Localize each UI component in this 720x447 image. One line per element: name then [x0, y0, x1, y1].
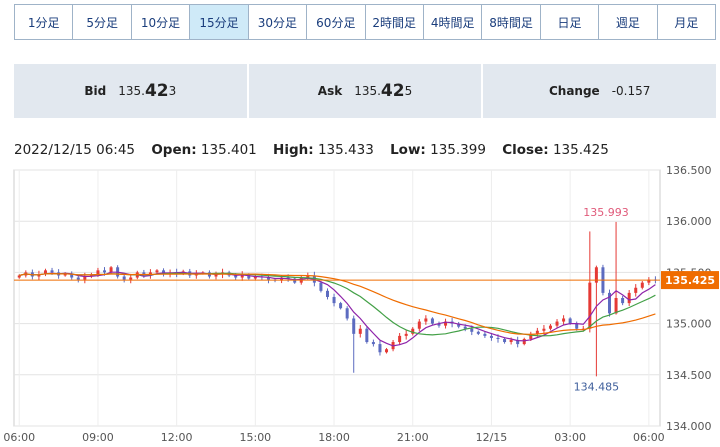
high-annotation: 135.993	[583, 206, 629, 219]
candle-body	[319, 282, 323, 291]
ask-big-digits: 42	[380, 81, 405, 101]
high-value: 135.433	[317, 142, 374, 158]
ask-suffix: 5	[404, 84, 413, 98]
candle-body	[509, 339, 513, 343]
candle-body	[339, 303, 343, 309]
bid-big-digits: 42	[144, 81, 169, 101]
tab-4[interactable]: 30分足	[248, 5, 308, 39]
candle-body	[417, 321, 421, 329]
ask-cell: Ask 135. 42 5	[248, 64, 482, 118]
tab-6[interactable]: 2時間足	[365, 5, 424, 39]
candle-body	[378, 344, 382, 353]
candle-body	[371, 342, 375, 345]
tab-1[interactable]: 5分足	[73, 5, 132, 39]
plot-area	[13, 169, 661, 427]
candle-body	[358, 328, 362, 334]
candle-body	[588, 282, 592, 329]
y-tick-label: 134.500	[666, 369, 712, 382]
change-label: Change	[548, 84, 600, 98]
tab-2[interactable]: 10分足	[131, 5, 191, 39]
y-tick-label: 136.500	[666, 164, 712, 177]
candle-body	[470, 328, 474, 332]
candle-body	[352, 318, 356, 334]
candle-body	[555, 321, 559, 326]
x-tick-label: 21:00	[397, 431, 429, 444]
candle-body	[614, 298, 618, 314]
y-tick-label: 136.000	[666, 215, 712, 228]
low-annotation: 134.485	[574, 380, 620, 393]
x-tick-label: 12/15	[476, 431, 508, 444]
low-label: Low:	[390, 142, 426, 158]
x-tick-label: 12:00	[161, 431, 193, 444]
bid-suffix: 3	[168, 84, 177, 98]
low-value: 135.399	[430, 142, 486, 158]
x-tick-label: 06:00	[633, 431, 665, 444]
candle-body	[627, 292, 631, 304]
close-value: 135.425	[552, 142, 609, 158]
ask-label: Ask	[317, 84, 343, 98]
open-value: 135.401	[200, 142, 257, 158]
ohlc-line: 2022/12/15 06:45 Open: 135.401 High: 135…	[14, 142, 609, 158]
candle-body	[404, 333, 408, 336]
candle-body	[503, 338, 507, 343]
last-price-label: 135.425	[665, 274, 715, 287]
candle-body	[424, 318, 428, 322]
candle-body	[548, 325, 552, 329]
change-cell: Change -0.157	[483, 64, 717, 118]
change-value: -0.157	[611, 84, 651, 98]
x-tick-label: 03:00	[554, 431, 586, 444]
candle-body	[50, 270, 54, 273]
y-tick-label: 134.000	[666, 420, 712, 433]
x-tick-label: 18:00	[318, 431, 350, 444]
tab-10[interactable]: 週足	[599, 5, 658, 39]
candlestick-chart: 136.500136.000135.500135.000134.500134.0…	[3, 164, 719, 444]
candle-body	[385, 349, 389, 353]
candle-body	[96, 270, 100, 275]
tab-7[interactable]: 4時間足	[423, 5, 483, 39]
tab-11[interactable]: 月足	[657, 5, 716, 39]
candle-body	[332, 296, 336, 304]
candle-body	[155, 270, 159, 273]
candle-body	[129, 277, 133, 280]
candle-body	[562, 318, 566, 322]
quote-panel: Bid 135. 42 3 Ask 135. 42 5 Change -0.157	[14, 64, 717, 118]
high-label: High:	[273, 142, 314, 158]
candle-body	[122, 276, 126, 280]
candle-body	[430, 318, 434, 324]
x-tick-label: 09:00	[82, 431, 114, 444]
open-label: Open:	[151, 142, 197, 158]
candle-body	[634, 287, 638, 293]
bid-label: Bid	[84, 84, 107, 98]
tab-8[interactable]: 8時間足	[482, 5, 541, 39]
candle-body	[483, 333, 487, 336]
ask-prefix: 135.	[354, 84, 381, 98]
candle-body	[76, 277, 80, 280]
tab-5[interactable]: 60分足	[307, 5, 366, 39]
tab-9[interactable]: 日足	[540, 5, 600, 39]
candle-body	[568, 318, 572, 324]
candle-body	[640, 282, 644, 288]
tab-0[interactable]: 1分足	[15, 5, 74, 39]
candle-body	[398, 335, 402, 343]
bid-prefix: 135.	[118, 84, 145, 98]
candle-body	[575, 323, 579, 329]
ohlc-datetime: 2022/12/15 06:45	[14, 142, 136, 158]
x-tick-label: 15:00	[239, 431, 271, 444]
candle-body	[325, 290, 329, 297]
candle-body	[621, 298, 625, 304]
close-label: Close:	[502, 142, 549, 158]
candle-body	[345, 308, 349, 319]
candle-body	[542, 328, 546, 331]
candle-body	[489, 335, 493, 338]
timeframe-tabs: 1分足 5分足 10分足 15分足 30分足 60分足 2時間足 4時間足 8時間足 日足 週足 月足	[14, 4, 716, 40]
candle-body	[365, 328, 369, 343]
bid-cell: Bid 135. 42 3	[14, 64, 247, 118]
candle-body	[522, 338, 526, 345]
candle-body	[496, 337, 500, 339]
candle-body	[476, 331, 480, 334]
y-tick-label: 135.000	[666, 318, 712, 331]
candle-body	[103, 270, 107, 273]
tab-3[interactable]: 15分足	[190, 5, 249, 39]
x-tick-label: 06:00	[3, 431, 35, 444]
